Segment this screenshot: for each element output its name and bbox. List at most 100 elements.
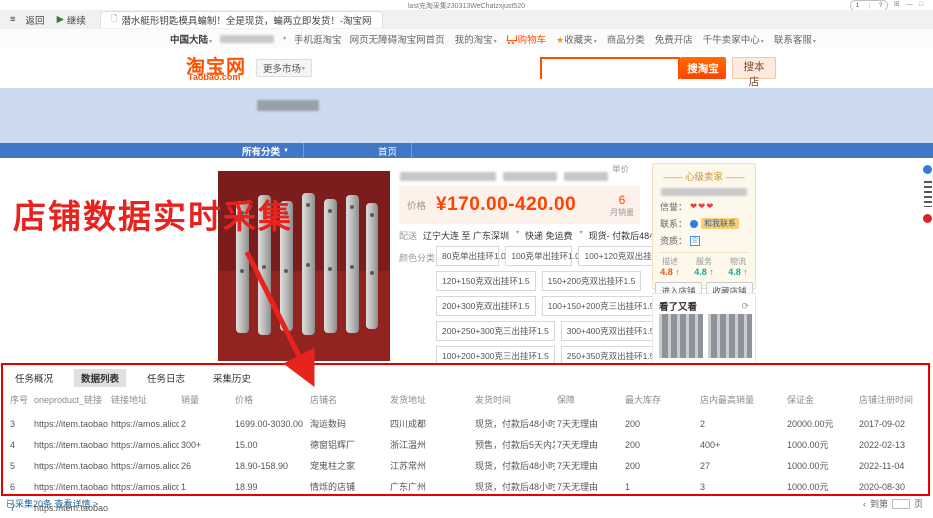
table-cell[interactable]: https://item.taobao.co... xyxy=(32,434,109,455)
table-cell: 7天无理由 xyxy=(557,419,599,429)
delivery-destination[interactable]: 辽宁大连 至 广东深圳 xyxy=(423,229,509,242)
product-section: 单价 价格 ¥170.00-420.00 6 月销量 配送 辽宁大连 至 广东深… xyxy=(0,158,933,363)
collector-tab[interactable]: 任务日志 xyxy=(140,369,192,387)
caret-down-icon: ▾ xyxy=(302,65,306,72)
table-cell[interactable]: https://amos.alicdn.co... xyxy=(109,455,179,476)
sku-option[interactable]: 100+200+300克三出挂环1.5 xyxy=(436,346,555,363)
nav-cart[interactable]: 购物车 xyxy=(507,32,546,46)
table-cell: 18.99 xyxy=(235,481,258,492)
region-selector[interactable]: 中国大陆▾ xyxy=(170,32,212,46)
nav-seller-center[interactable]: 千牛卖家中心▾ xyxy=(703,32,764,46)
collector-tabs: 任务概况 数据列表 任务日志 采集历史 xyxy=(8,369,923,387)
nav-open-shop[interactable]: 免费开店 xyxy=(655,32,693,46)
table-row: 5 https://item.taobao.co...https://amos.a… xyxy=(8,455,925,476)
table-cell xyxy=(388,497,473,518)
table-cell[interactable]: https://item.taobao.co... xyxy=(32,497,109,518)
more-markets-button[interactable]: 更多市场 ▾ xyxy=(256,59,313,77)
column-header: 店铺名 xyxy=(310,395,338,405)
collector-tab[interactable]: 数据列表 xyxy=(74,369,127,387)
store-nav-home[interactable]: 首页 xyxy=(364,143,412,158)
table-cell xyxy=(857,497,925,518)
browser-tab[interactable]: 🗋 潜水艇形钥匙模具蝙制！全是现货，蝙两立即发货！-淘宝网 xyxy=(99,11,383,28)
sku-label: 颜色分类 xyxy=(399,253,436,263)
qualification-icon[interactable]: 企 xyxy=(690,235,701,246)
table-cell: 7天无理由 xyxy=(557,461,599,471)
nav-categories[interactable]: 商品分类 xyxy=(607,32,645,46)
table-cell: 26 xyxy=(181,460,192,471)
nav-favorites[interactable]: ★收藏夹▾ xyxy=(556,32,597,46)
redacted-seller-name xyxy=(661,188,747,196)
caret-down-icon: ▾ xyxy=(760,38,764,45)
also-viewed-thumbnail[interactable] xyxy=(659,314,703,358)
wangwang-chat-icon[interactable] xyxy=(923,165,932,174)
search-taobao-button[interactable]: 搜淘宝 xyxy=(680,57,726,79)
table-cell[interactable]: https://amos.alicdn.co... xyxy=(109,434,179,455)
sku-option[interactable]: 200+300克双出挂环1.5 xyxy=(436,296,536,316)
table-cell xyxy=(179,497,233,518)
window-controls[interactable]: ⊞—□ xyxy=(894,0,929,8)
delivery-label: 配送 xyxy=(399,231,418,241)
sku-option[interactable]: 80克单出挂环1.0 xyxy=(436,246,506,266)
also-viewed-thumbnail[interactable] xyxy=(708,314,752,358)
sku-option[interactable]: 100+120克双出挂环1.0 xyxy=(578,246,672,266)
table-cell[interactable]: https://item.taobao.co... xyxy=(32,455,109,476)
search-input[interactable] xyxy=(542,60,678,79)
redacted-product-title xyxy=(400,172,496,181)
table-cell xyxy=(698,497,785,518)
collector-tab[interactable]: 采集历史 xyxy=(206,369,258,387)
refresh-icon[interactable]: ⟳ xyxy=(741,301,749,312)
column-header: 序号 xyxy=(10,395,29,405)
redacted-product-title xyxy=(503,172,557,181)
table-cell: 现货，付款后48小时内... xyxy=(475,419,555,429)
store-nav-all-categories[interactable]: 所有分类 ▼ xyxy=(228,143,304,158)
table-cell[interactable]: https://amos.alicdn.co... xyxy=(109,413,179,434)
edge-text-icon[interactable] xyxy=(923,181,932,207)
delivery-shipping[interactable]: 快递 免运费 xyxy=(525,229,573,242)
table-cell: 德窗铝辉厂 xyxy=(310,440,356,450)
rating-value: 4.8 ↑ xyxy=(728,267,748,277)
collector-tab[interactable]: 任务概况 xyxy=(8,369,60,387)
table-cell: 15.00 xyxy=(235,439,258,450)
sku-option[interactable]: 150+200克双出挂环1.5 xyxy=(541,271,642,291)
sku-option[interactable]: 250+350克双出挂环1.5 xyxy=(560,346,661,363)
nav-contact-service[interactable]: 联系客服▾ xyxy=(774,32,816,46)
divider xyxy=(868,2,870,9)
nav-mobile-taobao[interactable]: 手机逛淘宝 xyxy=(294,32,342,46)
nav-taobao-home[interactable]: 淘宝网首页 xyxy=(397,32,445,46)
contact-me-button[interactable]: 和我联系 xyxy=(701,218,740,229)
sku-option[interactable]: 120+150克双出挂环1.5 xyxy=(436,271,536,291)
nav-my-taobao[interactable]: 我的淘宝▾ xyxy=(455,32,497,46)
browser-toolbar: ≡ 返回 ▶ 继续 🗋 潜水艇形钥匙模具蝙制！全是现货，蝙两立即发货！-淘宝网 xyxy=(0,10,933,30)
table-cell: 7天无理由 xyxy=(557,440,599,450)
seller-rating: 物流 4.8 ↑ xyxy=(728,256,748,277)
table-cell: 广东广州 xyxy=(390,482,427,492)
back-button[interactable]: 返回 xyxy=(26,13,45,27)
sku-option[interactable]: 100+150+200克三出挂环1.5 xyxy=(541,296,661,316)
caret-down-icon: ▾ xyxy=(593,38,597,45)
sku-option[interactable]: 100克单出挂环1.0 xyxy=(505,246,580,266)
promo-icon[interactable] xyxy=(923,214,932,223)
table-cell: 淘运数码 xyxy=(310,419,347,429)
table-cell[interactable]: https://amos.alicdn.co... xyxy=(109,476,179,497)
help-button[interactable]: ? xyxy=(879,3,882,9)
forward-button[interactable]: 继续 xyxy=(67,13,86,27)
table-cell: 18.90-158.90 xyxy=(235,460,289,471)
unit-price-label[interactable]: 单价 xyxy=(612,163,629,175)
table-cell[interactable]: https://item.taobao.co... xyxy=(32,413,109,434)
nav-accessibility[interactable]: 网页无障碍 xyxy=(350,32,398,46)
rating-value: 4.8 ↑ xyxy=(660,267,680,277)
divider xyxy=(659,252,749,253)
caret-down-icon: ▾ xyxy=(283,36,287,42)
table-cell xyxy=(555,497,623,518)
page-number[interactable]: 1 xyxy=(856,3,859,9)
menu-icon[interactable]: ≡ xyxy=(10,14,16,25)
table-cell: 3 xyxy=(700,481,706,492)
search-shop-button[interactable]: 搜本店 xyxy=(732,57,776,88)
column-header: 最大库存 xyxy=(625,395,662,405)
column-header: 发货地址 xyxy=(390,395,427,405)
table-cell: 1699.00-3030.00 xyxy=(235,418,304,429)
sku-option[interactable]: 200+250+300克三出挂环1.5 xyxy=(436,321,555,341)
table-cell[interactable]: https://item.taobao.co... xyxy=(32,476,109,497)
table-cell: 6 xyxy=(10,481,16,492)
sku-option[interactable]: 300+400克双出挂环1.5 xyxy=(560,321,661,341)
